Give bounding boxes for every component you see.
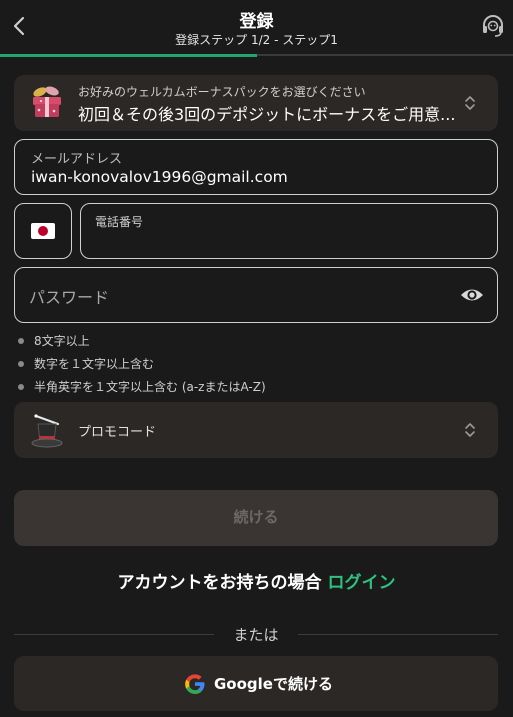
japan-flag-icon	[31, 223, 55, 239]
promo-code-select[interactable]: プロモコード	[14, 402, 498, 458]
google-logo-icon	[184, 673, 206, 695]
google-signin-button[interactable]: Googleで続ける	[14, 656, 498, 711]
continue-button[interactable]: 続ける	[14, 490, 498, 546]
or-separator: または	[233, 626, 279, 644]
continue-label: 続ける	[233, 509, 279, 526]
flag-sun	[38, 226, 48, 236]
progress-fill	[0, 54, 257, 57]
bullet-icon	[18, 360, 24, 367]
gift-box-icon	[28, 83, 66, 121]
google-signin-label: Googleで続ける	[214, 675, 333, 693]
password-rule: 数字を１文字以上含む	[18, 355, 154, 372]
promo-code-label: プロモコード	[78, 425, 157, 440]
bonus-select-hint: お好みのウェルカムボーナスパックをお選びください	[78, 85, 366, 99]
page-title: 登録	[239, 12, 274, 32]
divider-line	[298, 634, 498, 635]
login-prompt-text: アカウントをお持ちの場合	[117, 573, 328, 593]
bonus-pack-select[interactable]: お好みのウェルカムボーナスパックをお選びください 初回＆その後3回のデポジットに…	[14, 75, 498, 131]
email-value[interactable]: iwan-konovalov1996@gmail.com	[31, 168, 288, 186]
bonus-select-value: 初回＆その後3回のデポジットにボーナスをご用意...	[78, 105, 456, 124]
bullet-icon	[18, 337, 24, 344]
password-rule: 半角英字を１文字以上含む (a-zまたはA-Z)	[18, 378, 266, 395]
eye-icon[interactable]	[459, 284, 485, 306]
chevron-up-down-icon	[464, 421, 476, 439]
password-rule: 8文字以上	[18, 332, 90, 349]
country-code-select[interactable]	[14, 203, 72, 259]
divider-line	[14, 634, 214, 635]
magic-hat-icon	[28, 410, 66, 450]
password-placeholder: パスワード	[29, 288, 110, 307]
support-headset-icon[interactable]	[480, 13, 506, 39]
password-field[interactable]: パスワード	[14, 267, 498, 323]
login-prompt: アカウントをお持ちの場合 ログイン	[0, 568, 513, 593]
step-indicator: 登録ステップ 1/2 - ステップ1	[175, 33, 338, 47]
bullet-icon	[18, 383, 24, 390]
chevron-up-down-icon	[464, 94, 476, 112]
login-link[interactable]: ログイン	[327, 573, 395, 593]
email-field[interactable]: メールアドレス iwan-konovalov1996@gmail.com	[14, 139, 498, 195]
phone-label: 電話番号	[95, 215, 144, 229]
phone-field[interactable]: 電話番号	[80, 203, 498, 259]
email-label: メールアドレス	[31, 152, 123, 167]
